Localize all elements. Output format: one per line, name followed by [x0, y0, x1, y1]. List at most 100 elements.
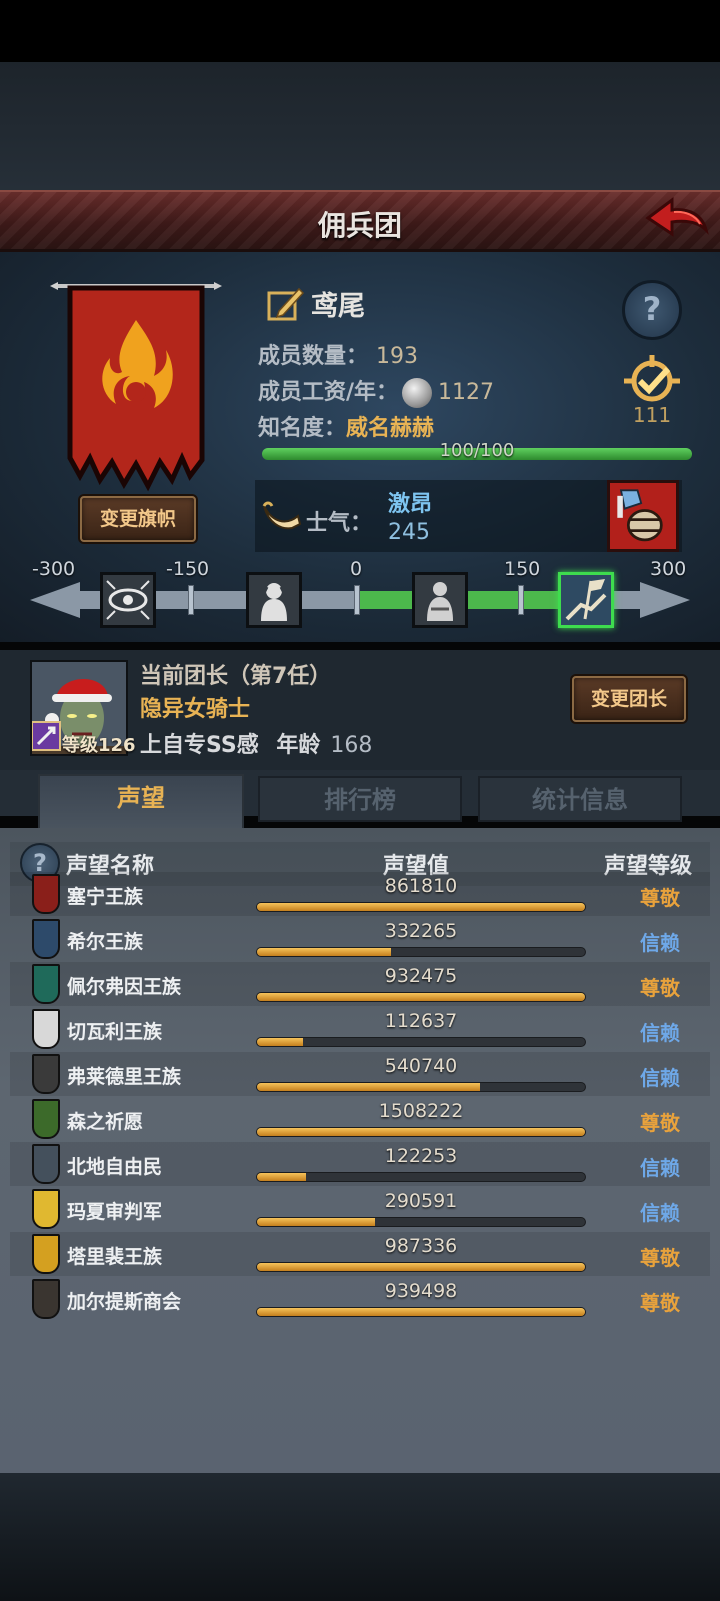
morale-state: 激昂 [388, 492, 433, 517]
reputation-progress-bar [256, 902, 586, 912]
reputation-progress-bar [256, 1307, 586, 1317]
reputation-value: 1508222 [378, 1100, 464, 1122]
reputation-value: 540740 [384, 1055, 458, 1077]
edit-name-icon[interactable] [265, 283, 305, 323]
calm-figure-icon[interactable] [412, 572, 468, 628]
faction-name: 弗莱德里王族 [67, 1066, 182, 1088]
reputation-progress-bar [256, 992, 586, 1002]
tab-leaderboard[interactable]: 排行榜 [258, 776, 462, 822]
reputation-value: 290591 [384, 1190, 458, 1212]
keg-icon[interactable] [607, 480, 679, 552]
reputation-progress-fill [257, 1173, 307, 1181]
title-bar: 佣兵团 [0, 190, 720, 252]
faction-name: 切瓦利王族 [67, 1021, 163, 1043]
reputation-level: 信赖 [640, 931, 680, 955]
scale-tick [354, 585, 360, 615]
paranoid-eye-icon[interactable] [100, 572, 156, 628]
despair-figure-icon[interactable] [246, 572, 302, 628]
reputation-progress-fill [257, 1038, 303, 1046]
reputation-level: 尊敬 [640, 976, 680, 1000]
reputation-progress-bar [256, 1217, 586, 1227]
reputation-level: 尊敬 [640, 1291, 680, 1315]
table-row[interactable]: 北地自由民 122253 信赖 [10, 1142, 710, 1186]
member-count-label: 成员数量： [258, 344, 369, 369]
member-count-value: 193 [376, 344, 419, 369]
reputation-level: 信赖 [640, 1201, 680, 1225]
morale-value: 245 [388, 520, 430, 545]
reputation-progress-fill [257, 1083, 481, 1091]
reputation-value: 122253 [384, 1145, 458, 1167]
member-count-row: 成员数量： 193 [258, 338, 418, 370]
scale-tick [518, 585, 524, 615]
silver-coin-icon [402, 378, 433, 408]
fame-value: 威名赫赫 [346, 416, 435, 441]
table-row[interactable]: 希尔王族 332265 信赖 [10, 917, 710, 961]
reputation-value: 987336 [384, 1235, 458, 1257]
faction-emblem-icon [32, 1009, 60, 1049]
target-checkmark-icon[interactable] [622, 355, 682, 407]
tick-label-minus300: -300 [32, 558, 76, 580]
back-arrow-icon[interactable] [644, 196, 710, 246]
faction-name: 塔里裴王族 [67, 1246, 163, 1268]
leader-age: 168 [330, 733, 373, 758]
reputation-progress-bar [256, 1082, 586, 1092]
reputation-level: 尊敬 [640, 886, 680, 910]
scale-left-arrow [30, 582, 80, 618]
faction-name: 森之祈愿 [67, 1111, 144, 1133]
tick-label-300: 300 [650, 558, 687, 580]
table-row[interactable]: 弗莱德里王族 540740 信赖 [10, 1052, 710, 1096]
reputation-level: 信赖 [640, 1156, 680, 1180]
faction-emblem-icon [32, 1189, 60, 1229]
change-banner-button[interactable]: 变更旗帜 [80, 496, 196, 542]
faction-name: 加尔提斯商会 [67, 1291, 182, 1313]
bottom-background [0, 1473, 720, 1601]
leader-name: 隐异女骑士 [140, 697, 251, 722]
faction-emblem-icon [32, 1099, 60, 1139]
fame-progress-text: 100/100 [439, 440, 515, 461]
salary-label: 成员工资/年： [258, 380, 399, 405]
table-row[interactable]: 加尔提斯商会 939498 尊敬 [10, 1277, 710, 1321]
horn-icon [262, 501, 302, 530]
guild-banner-icon[interactable] [50, 280, 222, 492]
table-row[interactable]: 塞宁王族 861810 尊敬 [10, 872, 710, 916]
reputation-level: 信赖 [640, 1021, 680, 1045]
reputation-progress-fill [257, 903, 585, 911]
tick-label-minus150: -150 [166, 558, 210, 580]
table-row[interactable]: 佩尔弗因王族 932475 尊敬 [10, 962, 710, 1006]
table-row[interactable]: 玛夏审判军 290591 信赖 [10, 1187, 710, 1231]
help-icon[interactable]: ? [622, 280, 682, 340]
tick-label-150: 150 [504, 558, 541, 580]
faction-emblem-icon [32, 1234, 60, 1274]
reputation-progress-bar [256, 947, 586, 957]
table-row[interactable]: 切瓦利王族 112637 信赖 [10, 1007, 710, 1051]
table-row[interactable]: 森之祈愿 1508222 尊敬 [10, 1097, 710, 1141]
tab-statistics[interactable]: 统计信息 [478, 776, 682, 822]
change-leader-button[interactable]: 变更团长 [572, 676, 686, 722]
faction-emblem-icon [32, 919, 60, 959]
status-bar-area [0, 0, 720, 62]
guild-name: 鸢尾 [311, 291, 365, 322]
rally-flag-icon[interactable] [558, 572, 614, 628]
reputation-progress-fill [257, 1218, 376, 1226]
reputation-progress-bar [256, 1262, 586, 1272]
page-title: 佣兵团 [317, 209, 402, 242]
fame-label: 知名度： [258, 416, 347, 441]
morale-scale-fill [360, 591, 591, 609]
reputation-progress-bar [256, 1127, 586, 1137]
table-row[interactable]: 塔里裴王族 987336 尊敬 [10, 1232, 710, 1276]
leader-info-row: 上自专SS感 年龄 168 [140, 727, 372, 759]
reputation-value: 861810 [384, 875, 458, 897]
leader-trait: 上自专SS感 [140, 733, 259, 758]
faction-name: 塞宁王族 [67, 886, 144, 908]
salary-value: 1127 [438, 380, 495, 405]
faction-name: 希尔王族 [67, 931, 144, 953]
faction-emblem-icon [32, 1279, 60, 1319]
reputation-progress-bar [256, 1172, 586, 1182]
header-background [0, 62, 720, 190]
reputation-value: 112637 [384, 1010, 458, 1032]
leader-age-label: 年龄 [276, 733, 321, 758]
reputation-progress-fill [257, 948, 392, 956]
reputation-progress-fill [257, 1308, 585, 1316]
tab-reputation[interactable]: 声望 [38, 774, 244, 832]
scale-tick [188, 585, 194, 615]
